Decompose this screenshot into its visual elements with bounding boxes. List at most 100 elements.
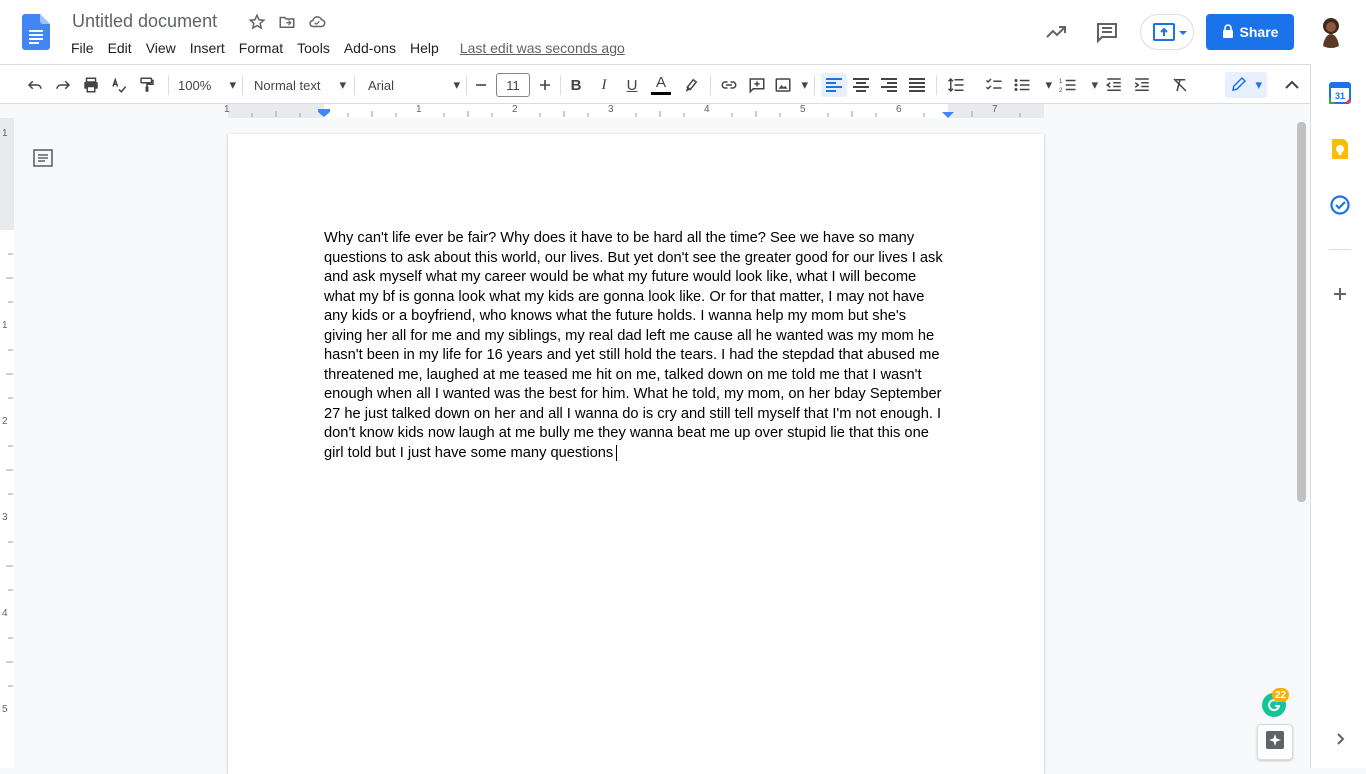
- font-family-select[interactable]: Arial ▾: [368, 73, 460, 97]
- divider: [1329, 249, 1351, 250]
- chevron-down-icon: ▾: [229, 77, 236, 92]
- cloud-status-icon[interactable]: [307, 12, 327, 32]
- menu-bar: File Edit View Insert Format Tools Add-o…: [64, 38, 625, 58]
- ruler-mark: 3: [608, 104, 614, 115]
- side-panel: 31: [1310, 64, 1366, 768]
- scrollbar[interactable]: [1297, 122, 1306, 502]
- add-comment-icon[interactable]: [746, 73, 768, 97]
- docs-logo-icon[interactable]: [22, 14, 50, 50]
- insert-link-icon[interactable]: [718, 73, 740, 97]
- ruler-mark: 1: [416, 104, 422, 115]
- ruler-mark: 1: [224, 104, 230, 115]
- increase-font-size-icon[interactable]: [534, 73, 556, 97]
- menu-edit[interactable]: Edit: [101, 38, 139, 58]
- ruler-mark: 1: [2, 128, 8, 139]
- menu-insert[interactable]: Insert: [183, 38, 232, 58]
- redo-icon[interactable]: [52, 73, 74, 97]
- editing-mode-button[interactable]: ▾: [1225, 72, 1267, 98]
- decrease-font-size-icon[interactable]: [470, 73, 492, 97]
- clear-formatting-icon[interactable]: [1168, 73, 1192, 97]
- ruler-mark: 4: [704, 104, 710, 115]
- decrease-indent-icon[interactable]: [1102, 73, 1126, 97]
- chevron-down-icon: ▾: [453, 77, 460, 92]
- document-outline-icon[interactable]: [33, 148, 53, 168]
- svg-text:2: 2: [1059, 88, 1063, 94]
- text-color-icon[interactable]: A: [650, 73, 672, 97]
- ruler-mark: 2: [512, 104, 518, 115]
- menu-file[interactable]: File: [64, 38, 101, 58]
- pencil-icon: [1230, 75, 1248, 96]
- menu-format[interactable]: Format: [232, 38, 290, 58]
- menu-help[interactable]: Help: [403, 38, 446, 58]
- menu-view[interactable]: View: [139, 38, 183, 58]
- align-center-icon[interactable]: [850, 73, 872, 97]
- body-text: Why can't life ever be fair? Why does it…: [324, 230, 943, 461]
- menu-add-ons[interactable]: Add-ons: [337, 38, 403, 58]
- hide-menus-chevron-up-icon[interactable]: [1282, 73, 1302, 97]
- align-justify-icon[interactable]: [906, 73, 928, 97]
- align-right-icon[interactable]: [878, 73, 900, 97]
- undo-icon[interactable]: [24, 73, 46, 97]
- line-spacing-icon[interactable]: [944, 73, 968, 97]
- chevron-down-icon: ▾: [339, 77, 346, 92]
- zoom-value: 100%: [178, 77, 212, 93]
- align-left-icon[interactable]: [821, 73, 847, 97]
- menu-tools[interactable]: Tools: [290, 38, 337, 58]
- font-family-value: Arial: [368, 77, 395, 93]
- underline-icon[interactable]: U: [622, 73, 642, 97]
- tasks-icon[interactable]: [1329, 194, 1351, 216]
- share-label: Share: [1239, 24, 1279, 40]
- numbered-list-icon[interactable]: 1 2 ▾: [1058, 73, 1098, 97]
- ruler-mark: 5: [800, 104, 806, 115]
- share-button[interactable]: Share: [1206, 14, 1294, 50]
- present-button[interactable]: [1140, 14, 1194, 50]
- explore-icon: [1265, 730, 1285, 755]
- chevron-down-icon: ▾: [1091, 77, 1098, 92]
- top-bar: Untitled document File Edit View Insert …: [0, 0, 1366, 64]
- move-folder-icon[interactable]: [277, 12, 297, 32]
- document-title[interactable]: Untitled document: [72, 11, 217, 32]
- svg-text:1: 1: [1059, 79, 1063, 85]
- vertical-ruler[interactable]: 1 1 2 3 4 5: [0, 118, 14, 768]
- avatar[interactable]: [1314, 14, 1348, 48]
- checklist-icon[interactable]: [982, 73, 1006, 97]
- comment-history-icon[interactable]: [1095, 20, 1119, 44]
- bulleted-list-icon[interactable]: ▾: [1012, 73, 1052, 97]
- formatting-toolbar: 100% ▾ Normal text ▾ Arial ▾ 11 B I U A ▾ ▾…: [0, 64, 1310, 104]
- star-icon[interactable]: [247, 12, 267, 32]
- paragraph-style-select[interactable]: Normal text ▾: [254, 73, 346, 97]
- document-page[interactable]: Why can't life ever be fair? Why does it…: [228, 134, 1044, 774]
- lock-icon: [1222, 23, 1234, 41]
- activity-trend-icon[interactable]: [1044, 20, 1068, 44]
- svg-text:31: 31: [1335, 91, 1345, 101]
- document-body[interactable]: Why can't life ever be fair? Why does it…: [324, 229, 948, 463]
- insert-image-icon[interactable]: ▾: [774, 73, 808, 97]
- text-cursor: [616, 444, 618, 461]
- font-size-input[interactable]: 11: [496, 73, 530, 97]
- zoom-select[interactable]: 100% ▾: [178, 73, 236, 97]
- increase-indent-icon[interactable]: [1130, 73, 1154, 97]
- ruler-mark: 6: [896, 104, 902, 115]
- explore-button[interactable]: [1257, 724, 1293, 760]
- horizontal-ruler[interactable]: 1 1 2 3 4 5 6 7: [0, 104, 1310, 118]
- spellcheck-icon[interactable]: [108, 73, 130, 97]
- print-icon[interactable]: [80, 73, 102, 97]
- ruler-mark: 7: [992, 104, 998, 115]
- italic-icon[interactable]: I: [594, 73, 614, 97]
- ruler-mark: 2: [2, 416, 8, 427]
- bold-icon[interactable]: B: [566, 73, 586, 97]
- paint-format-icon[interactable]: [136, 73, 158, 97]
- last-edit-link[interactable]: Last edit was seconds ago: [460, 38, 625, 58]
- add-on-plus-icon[interactable]: [1329, 283, 1351, 305]
- chevron-down-icon: ▾: [1255, 77, 1262, 92]
- calendar-icon[interactable]: 31: [1329, 82, 1351, 104]
- chevron-down-icon: ▾: [801, 77, 808, 92]
- ruler-mark: 4: [2, 608, 8, 619]
- expand-panel-chevron-right-icon[interactable]: [1329, 728, 1351, 750]
- grammarly-count-badge: 22: [1272, 688, 1290, 702]
- ruler-mark: 5: [2, 704, 8, 715]
- highlight-color-icon[interactable]: [680, 73, 702, 97]
- chevron-down-icon: ▾: [1045, 77, 1052, 92]
- keep-icon[interactable]: [1329, 138, 1351, 160]
- ruler-mark: 3: [2, 512, 8, 523]
